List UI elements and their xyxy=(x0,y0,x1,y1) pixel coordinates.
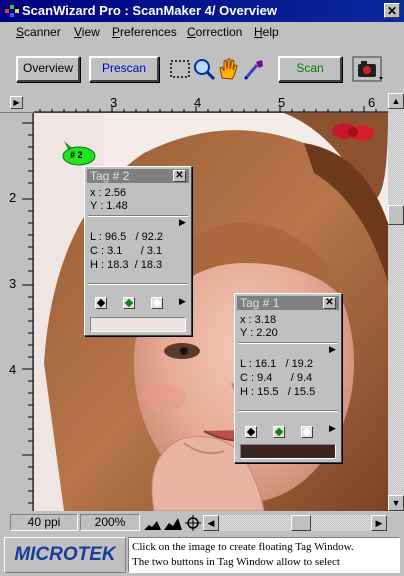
menu-preferences[interactable]: Preferences xyxy=(112,25,177,39)
tag-1-l-value: L : 16.1 / 19.2 xyxy=(240,358,313,370)
tag-1-menu-arrow-icon[interactable]: ▶ xyxy=(329,423,336,434)
tag-1-mode-button-3[interactable] xyxy=(301,426,313,438)
ruler-origin-button[interactable]: ▶ xyxy=(10,96,23,109)
help-bar: MICROTEK Click on the image to create fl… xyxy=(0,534,404,576)
help-text-line-2: The two buttons in Tag Window allow to s… xyxy=(132,556,340,568)
toolbar: Overview Prescan Scan xyxy=(0,42,404,92)
vertical-scrollbar[interactable]: ▲ ▼ xyxy=(388,93,404,531)
tag-2-menu-arrow-icon[interactable]: ▶ xyxy=(179,296,186,307)
menu-scanner[interactable]: Scanner xyxy=(16,25,61,39)
vruler-label-3: 3 xyxy=(9,276,17,291)
app-icon xyxy=(5,5,19,17)
horizontal-scrollbar[interactable]: ◀ ▶ xyxy=(203,515,387,531)
scan-button[interactable]: Scan xyxy=(278,56,342,82)
target-icon[interactable] xyxy=(185,515,201,531)
tag-2-divider-2 xyxy=(88,283,188,285)
horizontal-scroll-thumb[interactable] xyxy=(291,515,311,531)
horizontal-ruler: ▶ 3 4 5 6 xyxy=(0,93,404,113)
tag-2-expand-arrow-icon[interactable]: ▶ xyxy=(179,217,186,228)
scroll-up-button[interactable]: ▲ xyxy=(388,93,404,109)
tag-2-y-value: Y : 1.48 xyxy=(90,200,128,212)
title-bar: ScanWizard Pro : ScanMaker 4/ Overview ✕ xyxy=(0,0,404,22)
menu-view[interactable]: View xyxy=(74,25,100,39)
tag-window-1[interactable]: Tag # 1 ✕ x : 3.18 Y : 2.20 ▶ L : 16.1 /… xyxy=(234,293,342,463)
tag-1-divider-2 xyxy=(238,410,338,412)
tag-window-1-close-button[interactable]: ✕ xyxy=(323,297,336,309)
menu-bar: Scanner View Preferences Correction Help xyxy=(0,22,404,42)
tag-2-h-value: H : 18.3 / 18.3 xyxy=(90,259,163,271)
menu-help[interactable]: Help xyxy=(254,25,279,39)
eyedropper-icon[interactable] xyxy=(242,56,266,82)
prescan-button[interactable]: Prescan xyxy=(89,56,159,82)
window-title: ScanWizard Pro : ScanMaker 4/ Overview xyxy=(22,3,277,18)
tag-1-h-value: H : 15.5 / 15.5 xyxy=(240,386,316,398)
tag-1-expand-arrow-icon[interactable]: ▶ xyxy=(329,344,336,355)
vruler-label-2: 2 xyxy=(9,190,17,205)
tag-1-y-value: Y : 2.20 xyxy=(240,327,278,339)
camera-icon[interactable] xyxy=(352,56,384,82)
resolution-field[interactable]: 40 ppi xyxy=(10,514,78,531)
ruler-label-3: 3 xyxy=(110,95,118,110)
status-bar: 40 ppi 200% ◀ ▶ xyxy=(0,512,404,534)
help-text: Click on the image to create floating Ta… xyxy=(128,537,400,573)
histogram-icon[interactable] xyxy=(143,515,183,531)
scroll-right-button[interactable]: ▶ xyxy=(371,515,387,531)
tag-1-divider xyxy=(238,342,338,344)
tag-1-color-swatch xyxy=(240,444,336,459)
tag-1-mode-button-1[interactable] xyxy=(245,426,257,438)
tag-1-c-value: C : 9.4 / 9.4 xyxy=(240,372,313,384)
tag-2-mode-button-2[interactable] xyxy=(123,297,135,309)
ruler-label-5: 5 xyxy=(278,95,286,110)
scroll-down-button[interactable]: ▼ xyxy=(388,495,404,511)
magnifier-icon[interactable] xyxy=(192,56,216,82)
microtek-logo: MICROTEK xyxy=(4,537,126,573)
hand-icon[interactable] xyxy=(216,56,240,82)
vertical-scroll-thumb[interactable] xyxy=(388,205,404,225)
vertical-ruler-ticks xyxy=(22,113,34,511)
overview-button[interactable]: Overview xyxy=(16,56,80,82)
ruler-label-6: 6 xyxy=(368,95,376,110)
tag-2-color-swatch xyxy=(90,317,186,332)
zoom-field[interactable]: 200% xyxy=(80,514,140,531)
tag-1-x-value: x : 3.18 xyxy=(240,314,277,326)
tag-window-2[interactable]: Tag # 2 ✕ x : 2.56 Y : 1.48 ▶ L : 96.5 /… xyxy=(84,166,192,336)
scroll-left-button[interactable]: ◀ xyxy=(203,515,219,531)
tag-2-x-value: x : 2.56 xyxy=(90,187,127,199)
tag-2-mode-button-3[interactable] xyxy=(151,297,163,309)
tag-window-2-close-button[interactable]: ✕ xyxy=(173,170,186,182)
tag-2-l-value: L : 96.5 / 92.2 xyxy=(90,231,163,243)
tag-1-mode-button-2[interactable] xyxy=(273,426,285,438)
close-button[interactable]: ✕ xyxy=(384,3,400,18)
tag-2-c-value: C : 3.1 / 3.1 xyxy=(90,245,163,257)
ruler-ticks xyxy=(34,106,388,113)
tag-marker-label: # 2 xyxy=(70,150,83,160)
tag-2-mode-button-1[interactable] xyxy=(95,297,107,309)
tag-2-divider xyxy=(88,215,188,217)
vertical-ruler: 2 3 4 xyxy=(0,113,34,511)
menu-correction[interactable]: Correction xyxy=(187,25,242,39)
help-text-line-1: Click on the image to create floating Ta… xyxy=(132,541,354,553)
marquee-icon[interactable] xyxy=(168,56,192,82)
vruler-label-4: 4 xyxy=(9,362,17,377)
ruler-label-4: 4 xyxy=(194,95,202,110)
